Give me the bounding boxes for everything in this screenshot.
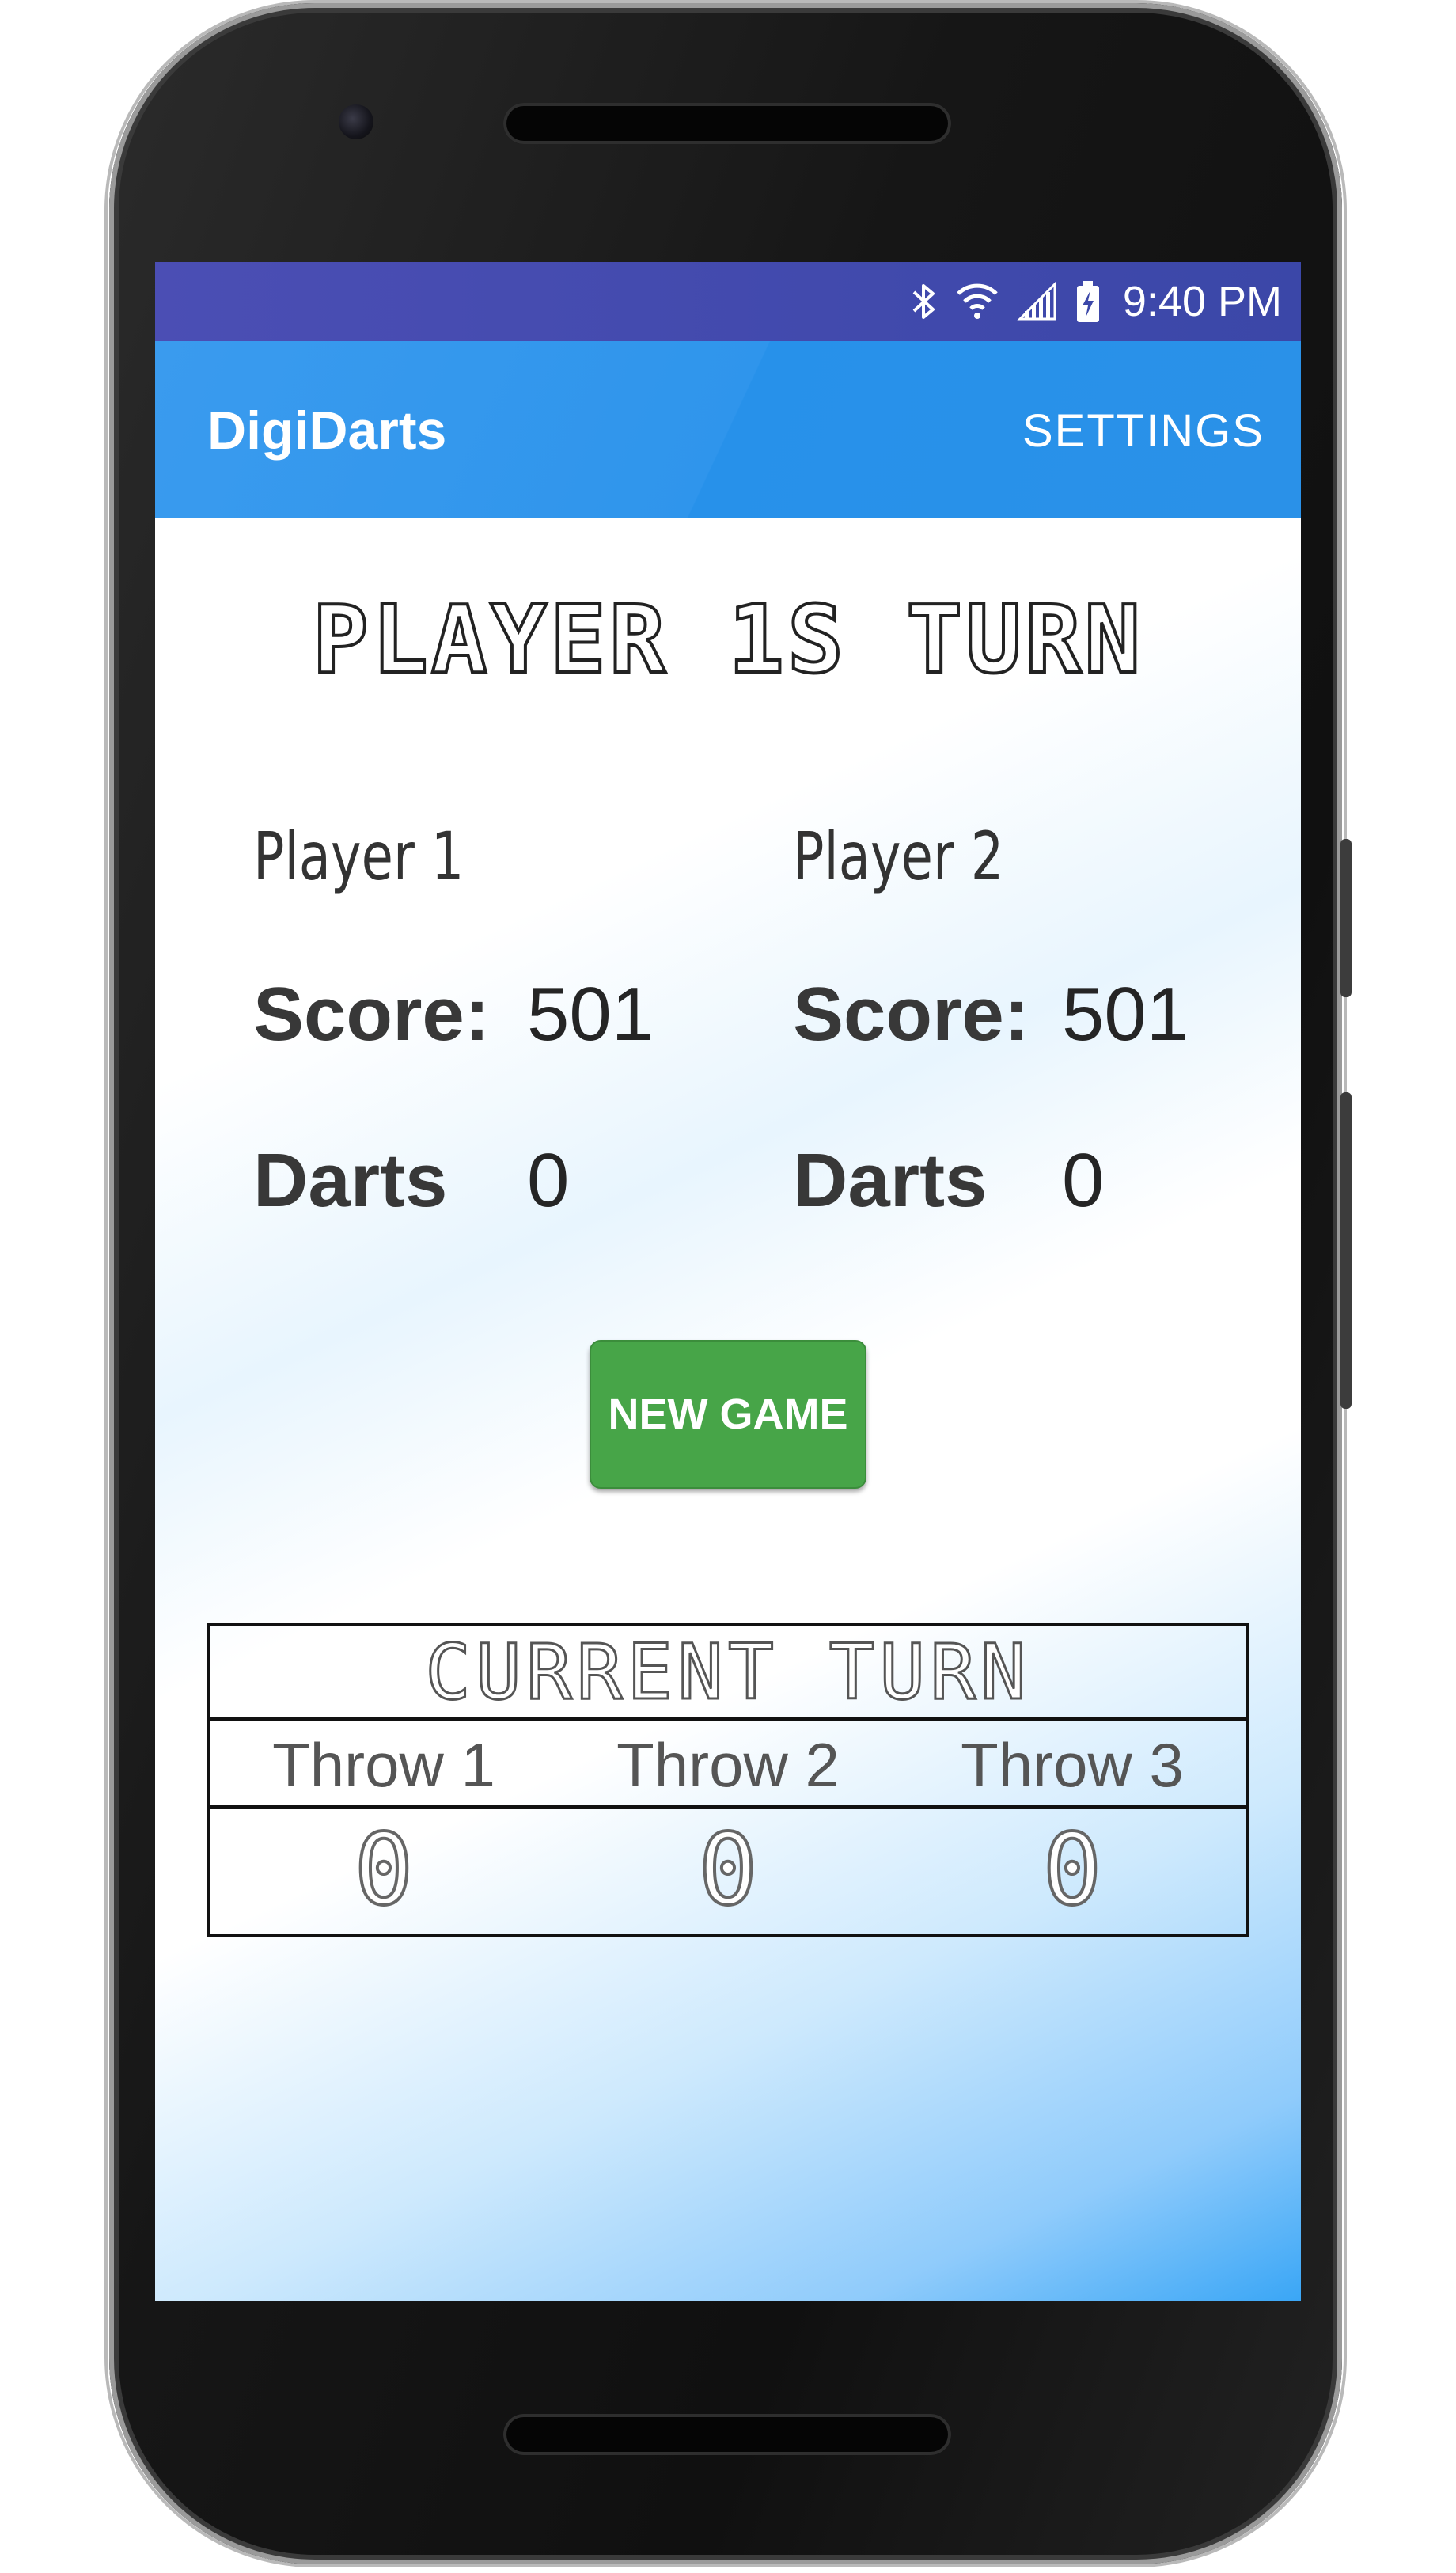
throw-1-value: 0 — [353, 1812, 415, 1929]
power-button[interactable] — [1340, 839, 1352, 997]
throw-2-label: Throw 2 — [616, 1730, 840, 1800]
throw-3-label: Throw 3 — [961, 1730, 1184, 1800]
player-2-name: Player 2 — [793, 818, 1004, 895]
throw-2-value: 0 — [697, 1812, 760, 1929]
front-camera-icon — [339, 104, 373, 139]
bluetooth-icon — [911, 281, 938, 322]
battery-charging-icon — [1075, 279, 1101, 324]
table-divider — [210, 1805, 1246, 1809]
player-1-score-label: Score: — [253, 972, 490, 1057]
player-1-name: Player 1 — [253, 818, 464, 895]
earpiece-speaker — [503, 103, 951, 144]
signal-icon — [1017, 281, 1058, 322]
player-1-darts-value: 0 — [527, 1138, 570, 1223]
status-time: 9:40 PM — [1122, 278, 1282, 325]
player-1-score-value: 501 — [527, 972, 654, 1057]
player-2-score-label: Score: — [793, 972, 1029, 1057]
current-turn-title: CURRENT TURN — [424, 1627, 1031, 1718]
player-2-score-value: 501 — [1062, 972, 1189, 1057]
status-bar: 9:40 PM — [155, 262, 1301, 341]
throw-3-value: 0 — [1041, 1812, 1104, 1929]
status-icons: 9:40 PM — [911, 273, 1282, 330]
app-title: DigiDarts — [207, 400, 447, 461]
throw-1-label: Throw 1 — [272, 1730, 495, 1800]
player-2-darts-label: Darts — [793, 1138, 988, 1223]
bottom-speaker — [503, 2414, 951, 2455]
current-turn-table: CURRENT TURN Throw 1 Throw 2 Throw 3 0 0… — [207, 1623, 1249, 1937]
wifi-icon — [955, 281, 999, 322]
settings-button[interactable]: SETTINGS — [1022, 404, 1265, 457]
new-game-button[interactable]: NEW GAME — [590, 1340, 866, 1489]
player-1-darts-label: Darts — [253, 1138, 448, 1223]
turn-heading: PLAYER 1S TURN — [311, 583, 1144, 696]
player-2-darts-value: 0 — [1062, 1138, 1105, 1223]
app-bar: DigiDarts SETTINGS — [155, 341, 1301, 518]
table-divider — [210, 1717, 1246, 1721]
app-screen: 9:40 PM DigiDarts SETTINGS PLAYER 1S TUR… — [155, 262, 1301, 2301]
volume-rocker[interactable] — [1340, 1092, 1352, 1409]
